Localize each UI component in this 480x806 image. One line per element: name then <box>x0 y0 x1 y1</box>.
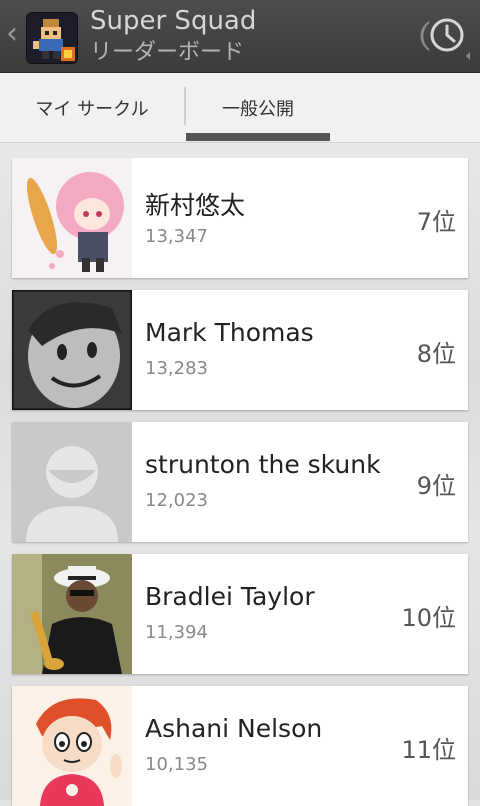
player-name: 新村悠太 <box>145 191 246 220</box>
player-rank: 11位 <box>401 736 456 764</box>
player-name: Bradlei Taylor <box>145 582 315 611</box>
player-score: 13,347 <box>145 226 208 247</box>
tab-bar: マイ サークル 一般公開 <box>0 73 480 143</box>
player-score: 10,135 <box>145 754 208 775</box>
leaderboard-row[interactable]: Mark Thomas 13,283 8位 <box>12 290 468 410</box>
leaderboard-row[interactable]: strunton the skunk 12,023 9位 <box>12 422 468 542</box>
avatar <box>12 422 132 542</box>
history-button[interactable] <box>420 12 470 60</box>
leaderboard-row[interactable]: 新村悠太 13,347 7位 <box>12 158 468 278</box>
player-score: 12,023 <box>145 490 208 511</box>
player-rank: 10位 <box>401 604 456 632</box>
avatar <box>12 686 132 806</box>
avatar <box>12 290 132 410</box>
chevron-left-icon[interactable]: ‹ <box>6 16 18 52</box>
app-icon[interactable] <box>26 12 78 64</box>
player-rank: 7位 <box>416 208 456 236</box>
clock-history-icon <box>420 18 470 60</box>
app-title: Super Squad <box>90 6 257 36</box>
player-name: Mark Thomas <box>145 318 314 347</box>
player-rank: 8位 <box>416 340 456 368</box>
leaderboard-row[interactable]: Bradlei Taylor 11,394 10位 <box>12 554 468 674</box>
player-score: 11,394 <box>145 622 208 643</box>
tab-my-circles[interactable]: マイ サークル <box>0 73 184 142</box>
page-subtitle: リーダーボード <box>90 40 245 65</box>
tab-public[interactable]: 一般公開 <box>186 73 330 142</box>
player-name: Ashani Nelson <box>145 714 323 743</box>
tab-selected-indicator <box>186 133 330 141</box>
player-rank: 9位 <box>416 472 456 500</box>
avatar <box>12 158 132 278</box>
leaderboard-row[interactable]: Ashani Nelson 10,135 11位 <box>12 686 468 806</box>
action-bar: ‹ Super Squad リーダーボード <box>0 0 480 73</box>
player-name: strunton the skunk <box>145 450 381 479</box>
avatar <box>12 554 132 674</box>
player-score: 13,283 <box>145 358 208 379</box>
